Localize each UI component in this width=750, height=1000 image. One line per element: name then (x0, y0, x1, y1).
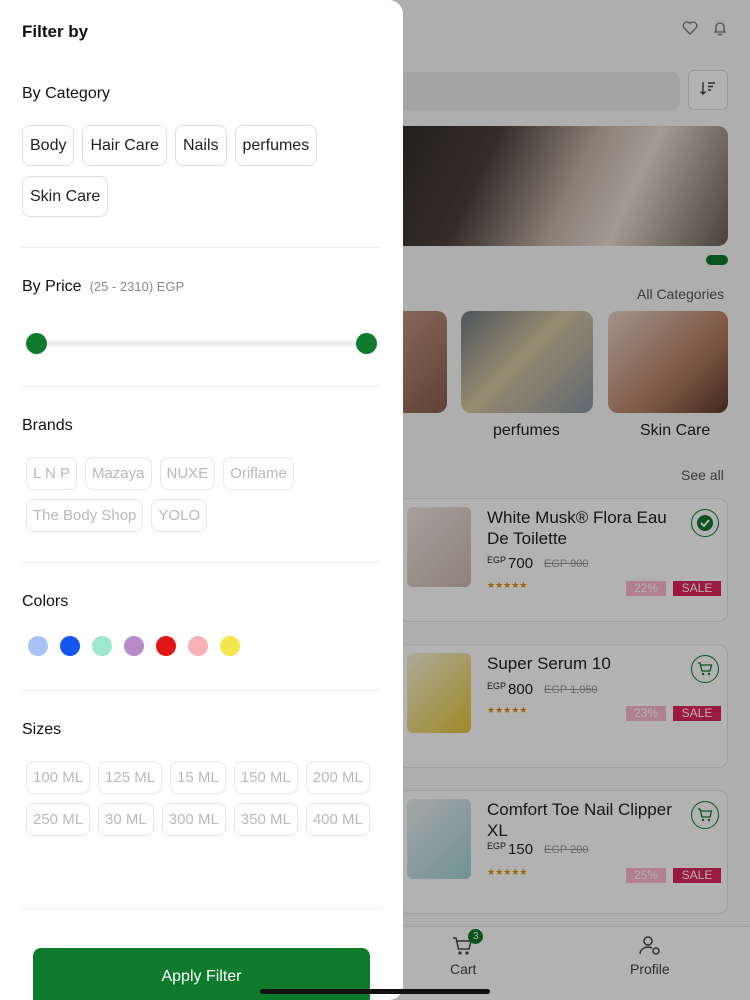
price-max-handle[interactable] (356, 333, 377, 354)
brand-chip-the-body-shop[interactable]: The Body Shop (26, 499, 144, 532)
color-swatch-2[interactable] (60, 636, 80, 656)
size-chip-400ml[interactable]: 400 ML (305, 803, 370, 836)
brand-chip-nuxe[interactable]: NUXE (159, 457, 216, 490)
brands-section-title: Brands (22, 417, 73, 434)
price-range-slider[interactable] (26, 333, 377, 354)
color-swatch-1[interactable] (28, 636, 48, 656)
size-chip-150ml[interactable]: 150 ML (233, 761, 298, 794)
filter-drawer: Filter by By Category Body Hair Care Nai… (0, 0, 403, 1000)
brand-chip-mazaya[interactable]: Mazaya (84, 457, 152, 490)
category-chip-nails[interactable]: Nails (174, 125, 227, 166)
color-swatch-list (28, 636, 240, 656)
size-chip-125ml[interactable]: 125 ML (98, 761, 163, 794)
category-chip-skin-care[interactable]: Skin Care (22, 176, 109, 217)
size-chip-250ml[interactable]: 250 ML (26, 803, 91, 836)
section-divider (22, 562, 380, 563)
home-indicator (260, 989, 490, 994)
color-swatch-7[interactable] (220, 636, 240, 656)
filter-title: Filter by (22, 22, 89, 41)
brand-chip-lnp[interactable]: L N P (26, 457, 77, 490)
category-chip-list: Body Hair Care Nails perfumes Skin Care (22, 125, 382, 227)
size-chip-30ml[interactable]: 30 ML (98, 803, 154, 836)
color-swatch-4[interactable] (124, 636, 144, 656)
color-swatch-3[interactable] (92, 636, 112, 656)
color-swatch-5[interactable] (156, 636, 176, 656)
price-min-handle[interactable] (26, 333, 47, 354)
color-swatch-6[interactable] (188, 636, 208, 656)
sizes-section-title: Sizes (22, 721, 62, 738)
section-divider (22, 908, 380, 909)
size-chip-list: 100 ML 125 ML 15 ML 150 ML 200 ML 250 ML… (26, 761, 386, 845)
price-section-title: By Price (25 - 2310) EGP (22, 278, 185, 295)
section-divider (22, 386, 380, 387)
size-chip-15ml[interactable]: 15 ML (170, 761, 226, 794)
category-chip-body[interactable]: Body (22, 125, 75, 166)
category-section-title: By Category (22, 85, 111, 102)
price-range-text: (25 - 2310) EGP (89, 279, 185, 294)
category-chip-perfumes[interactable]: perfumes (234, 125, 318, 166)
brand-chip-list: L N P Mazaya NUXE Oriflame The Body Shop… (26, 457, 386, 541)
size-chip-200ml[interactable]: 200 ML (305, 761, 370, 794)
section-divider (22, 247, 380, 248)
brand-chip-yolo[interactable]: YOLO (151, 499, 208, 532)
size-chip-100ml[interactable]: 100 ML (26, 761, 91, 794)
section-divider (22, 690, 380, 691)
brand-chip-oriflame[interactable]: Oriflame (223, 457, 294, 490)
colors-section-title: Colors (22, 593, 69, 610)
category-chip-hair-care[interactable]: Hair Care (82, 125, 167, 166)
size-chip-350ml[interactable]: 350 ML (233, 803, 298, 836)
size-chip-300ml[interactable]: 300 ML (161, 803, 226, 836)
